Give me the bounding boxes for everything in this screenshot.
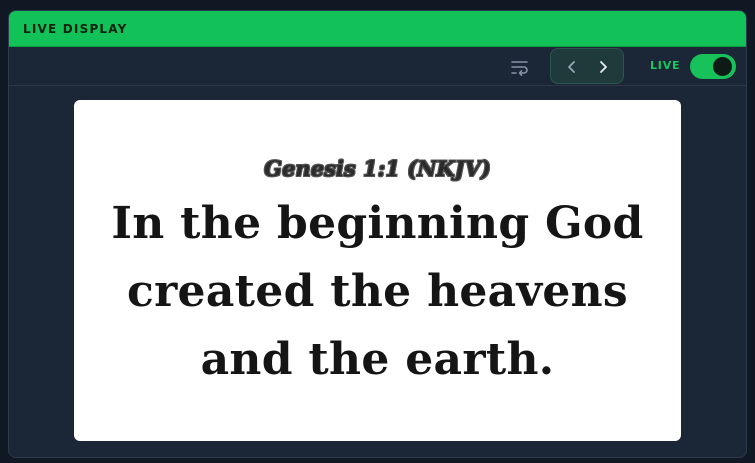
live-label: LIVE <box>650 59 681 72</box>
chevron-left-icon <box>568 61 575 73</box>
text-wrap-icon <box>511 61 528 76</box>
live-toggle[interactable] <box>690 54 736 79</box>
verse-line: In the beginning God <box>111 198 644 249</box>
verse-line: and the earth. <box>200 334 555 385</box>
scripture-reference: Genesis 1:1 (NKJV) <box>264 156 491 181</box>
slide-preview: Genesis 1:1 (NKJV) In the beginning God … <box>74 100 681 441</box>
verse-text: In the beginning God created the heavens… <box>74 190 681 394</box>
slide-navigation <box>550 48 624 84</box>
live-display-panel: LIVE DISPLAY LIVE Genesis 1:1 (NKJV) In … <box>8 10 747 458</box>
panel-title: LIVE DISPLAY <box>23 22 128 36</box>
next-slide-button[interactable] <box>592 56 614 78</box>
live-toggle-knob <box>713 57 732 76</box>
chevron-right-icon <box>600 61 607 73</box>
previous-slide-button[interactable] <box>561 56 583 78</box>
toolbar: LIVE <box>9 47 746 86</box>
verse-line: created the heavens <box>126 266 629 317</box>
panel-header: LIVE DISPLAY <box>9 11 746 47</box>
text-wrap-button[interactable] <box>509 57 531 77</box>
